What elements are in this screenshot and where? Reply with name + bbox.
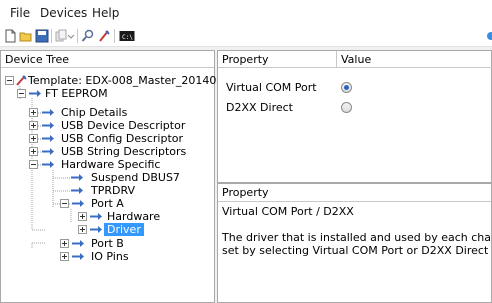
tree-node-label: Hardware Specific <box>61 158 161 171</box>
arrow-right-icon <box>41 120 57 131</box>
device-tree-header: Device Tree <box>1 51 214 68</box>
menu-devices[interactable]: Devices <box>40 6 87 20</box>
property-row-virtual-com-port[interactable]: Virtual COM Port <box>218 77 492 97</box>
arrow-right-icon <box>70 172 86 183</box>
tree-node-tprdrv[interactable]: TPRDRV <box>1 184 216 197</box>
arrow-right-icon <box>89 224 105 235</box>
copy-icon[interactable] <box>54 29 68 43</box>
device-tree-panel: Device Tree Template: EDX-008_Master_201… <box>0 50 230 303</box>
help-circle-icon[interactable] <box>484 29 492 43</box>
tree-node-label: Suspend DBUS7 <box>91 171 180 184</box>
collapse-icon[interactable] <box>29 160 38 169</box>
value-column-header[interactable]: Value <box>337 51 492 68</box>
arrow-right-icon <box>41 159 57 170</box>
collapse-icon[interactable] <box>5 76 14 85</box>
open-folder-icon[interactable] <box>19 29 33 43</box>
property-name: Virtual COM Port <box>226 81 317 94</box>
tree-node-label: IO Pins <box>91 250 129 263</box>
tree-node-label: FT EEPROM <box>45 87 108 100</box>
tree-node-port-b[interactable]: Port B <box>1 237 216 250</box>
expand-icon[interactable] <box>29 147 38 156</box>
menu-bar: File Devices Help <box>0 0 492 25</box>
tree-node-label: Port A <box>91 197 124 210</box>
virtual-com-port-radio[interactable] <box>341 82 352 93</box>
tree-node-label: Hardware <box>107 210 161 223</box>
d2xx-direct-radio[interactable] <box>341 102 352 113</box>
toolbar-separator <box>77 29 78 43</box>
expand-icon[interactable] <box>78 212 87 221</box>
new-document-icon[interactable] <box>3 29 17 43</box>
expand-icon[interactable] <box>29 121 38 130</box>
toolbar-separator <box>114 29 115 43</box>
program-icon[interactable] <box>97 29 111 43</box>
property-name: D2XX Direct <box>226 101 293 114</box>
arrow-right-icon <box>71 238 87 249</box>
description-panel: Property Virtual COM Port / D2XX The dri… <box>217 183 492 303</box>
expand-icon[interactable] <box>60 252 69 261</box>
tree-node-label: USB Device Descriptor <box>61 119 186 132</box>
property-column-header[interactable]: Property <box>218 51 336 68</box>
dropdown-arrow-icon[interactable] <box>67 29 81 43</box>
tree-node-label: Port B <box>91 237 124 250</box>
tree-node-usb-config-descriptor[interactable]: USB Config Descriptor <box>1 132 216 145</box>
arrow-right-icon <box>41 107 57 118</box>
terminal-icon[interactable]: C:\ <box>119 29 135 43</box>
expand-icon[interactable] <box>78 225 87 234</box>
arrow-right-icon <box>41 133 57 144</box>
description-line: The driver that is installed and used by… <box>222 231 492 244</box>
tree-node-label: TPRDRV <box>91 184 136 197</box>
arrow-right-icon <box>71 198 87 209</box>
description-header: Property <box>218 184 491 202</box>
menu-help[interactable]: Help <box>92 6 119 20</box>
tree-node-driver[interactable]: Driver <box>1 223 216 236</box>
tree-node-ft-eeprom[interactable]: FT EEPROM <box>1 87 216 100</box>
tree-node-label: USB String Descriptors <box>61 145 187 158</box>
toolbar: C:\ <box>0 25 492 47</box>
search-icon[interactable] <box>81 29 95 43</box>
tree-node-label: Template: EDX-008_Master_2014050 <box>28 74 231 87</box>
tree-node-usb-device-descriptor[interactable]: USB Device Descriptor <box>1 119 216 132</box>
collapse-icon[interactable] <box>17 89 26 98</box>
arrow-right-icon <box>70 185 86 196</box>
menu-file[interactable]: File <box>10 6 30 20</box>
tree-node-hardware-specific[interactable]: Hardware Specific <box>1 158 216 171</box>
toolbar-separator <box>51 29 52 43</box>
tree-node-hardware[interactable]: Hardware <box>1 210 216 223</box>
arrow-right-icon <box>89 211 105 222</box>
collapse-icon[interactable] <box>60 199 69 208</box>
tree-node-label: Chip Details <box>61 106 128 119</box>
arrow-right-icon <box>71 251 87 262</box>
expand-icon[interactable] <box>29 134 38 143</box>
description-title: Virtual COM Port / D2XX <box>222 205 354 218</box>
tree-node-chip-details[interactable]: Chip Details <box>1 106 216 119</box>
expand-icon[interactable] <box>60 239 69 248</box>
tree-node-usb-string-descriptors[interactable]: USB String Descriptors <box>1 145 216 158</box>
svg-text:C:\: C:\ <box>122 34 133 41</box>
arrow-right-icon <box>41 146 57 157</box>
tree-node-io-pins[interactable]: IO Pins <box>1 250 216 263</box>
description-line: set by selecting Virtual COM Port or D2X… <box>222 244 491 257</box>
tree-node-label-selected: Driver <box>104 223 144 236</box>
property-row-d2xx-direct[interactable]: D2XX Direct <box>218 97 492 117</box>
arrow-right-icon <box>28 88 44 99</box>
property-grid: Property Value Virtual COM Port D2XX Dir… <box>217 50 492 183</box>
tree-node-suspend-dbus7[interactable]: Suspend DBUS7 <box>1 171 216 184</box>
tree-node-template[interactable]: Template: EDX-008_Master_2014050 <box>1 74 230 87</box>
expand-icon[interactable] <box>29 108 38 117</box>
tree-node-label: USB Config Descriptor <box>61 132 184 145</box>
tree-node-port-a[interactable]: Port A <box>1 197 216 210</box>
save-icon[interactable] <box>35 29 49 43</box>
